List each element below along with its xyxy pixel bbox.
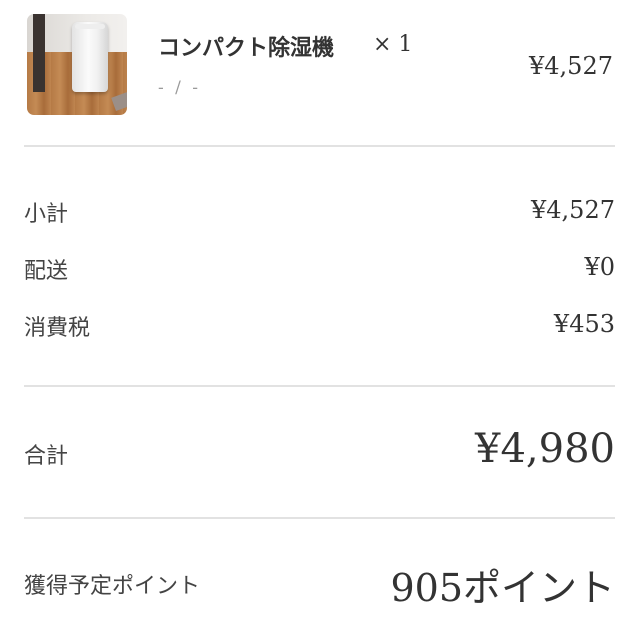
product-variant: - / - xyxy=(158,78,202,98)
subtotal-value: ¥4,527 xyxy=(531,196,615,224)
divider xyxy=(24,385,615,387)
divider xyxy=(24,145,615,147)
shipping-value: ¥0 xyxy=(584,253,615,281)
product-quantity: × 1 xyxy=(373,32,413,57)
tax-label: 消費税 xyxy=(24,316,91,341)
shipping-row: 配送 ¥0 xyxy=(24,253,615,285)
tax-value: ¥453 xyxy=(553,310,615,338)
product-name: コンパクト除湿機 xyxy=(158,35,335,61)
subtotal-label: 小計 xyxy=(24,202,69,227)
subtotal-row: 小計 ¥4,527 xyxy=(24,196,615,228)
shipping-label: 配送 xyxy=(24,259,69,284)
total-value: ¥4,980 xyxy=(475,426,615,472)
points-label: 獲得予定ポイント xyxy=(24,574,201,599)
thumbnail-furniture-leg xyxy=(33,14,45,92)
tax-row: 消費税 ¥453 xyxy=(24,310,615,342)
product-thumbnail xyxy=(27,14,127,115)
order-line-item: コンパクト除湿機 × 1 - / - ¥4,527 xyxy=(0,0,640,146)
dehumidifier-top xyxy=(75,24,105,29)
divider xyxy=(24,517,615,519)
points-value: 905ポイント xyxy=(390,566,615,610)
total-label: 合計 xyxy=(24,444,69,469)
product-price: ¥4,527 xyxy=(529,52,613,80)
dehumidifier-image xyxy=(72,22,108,92)
